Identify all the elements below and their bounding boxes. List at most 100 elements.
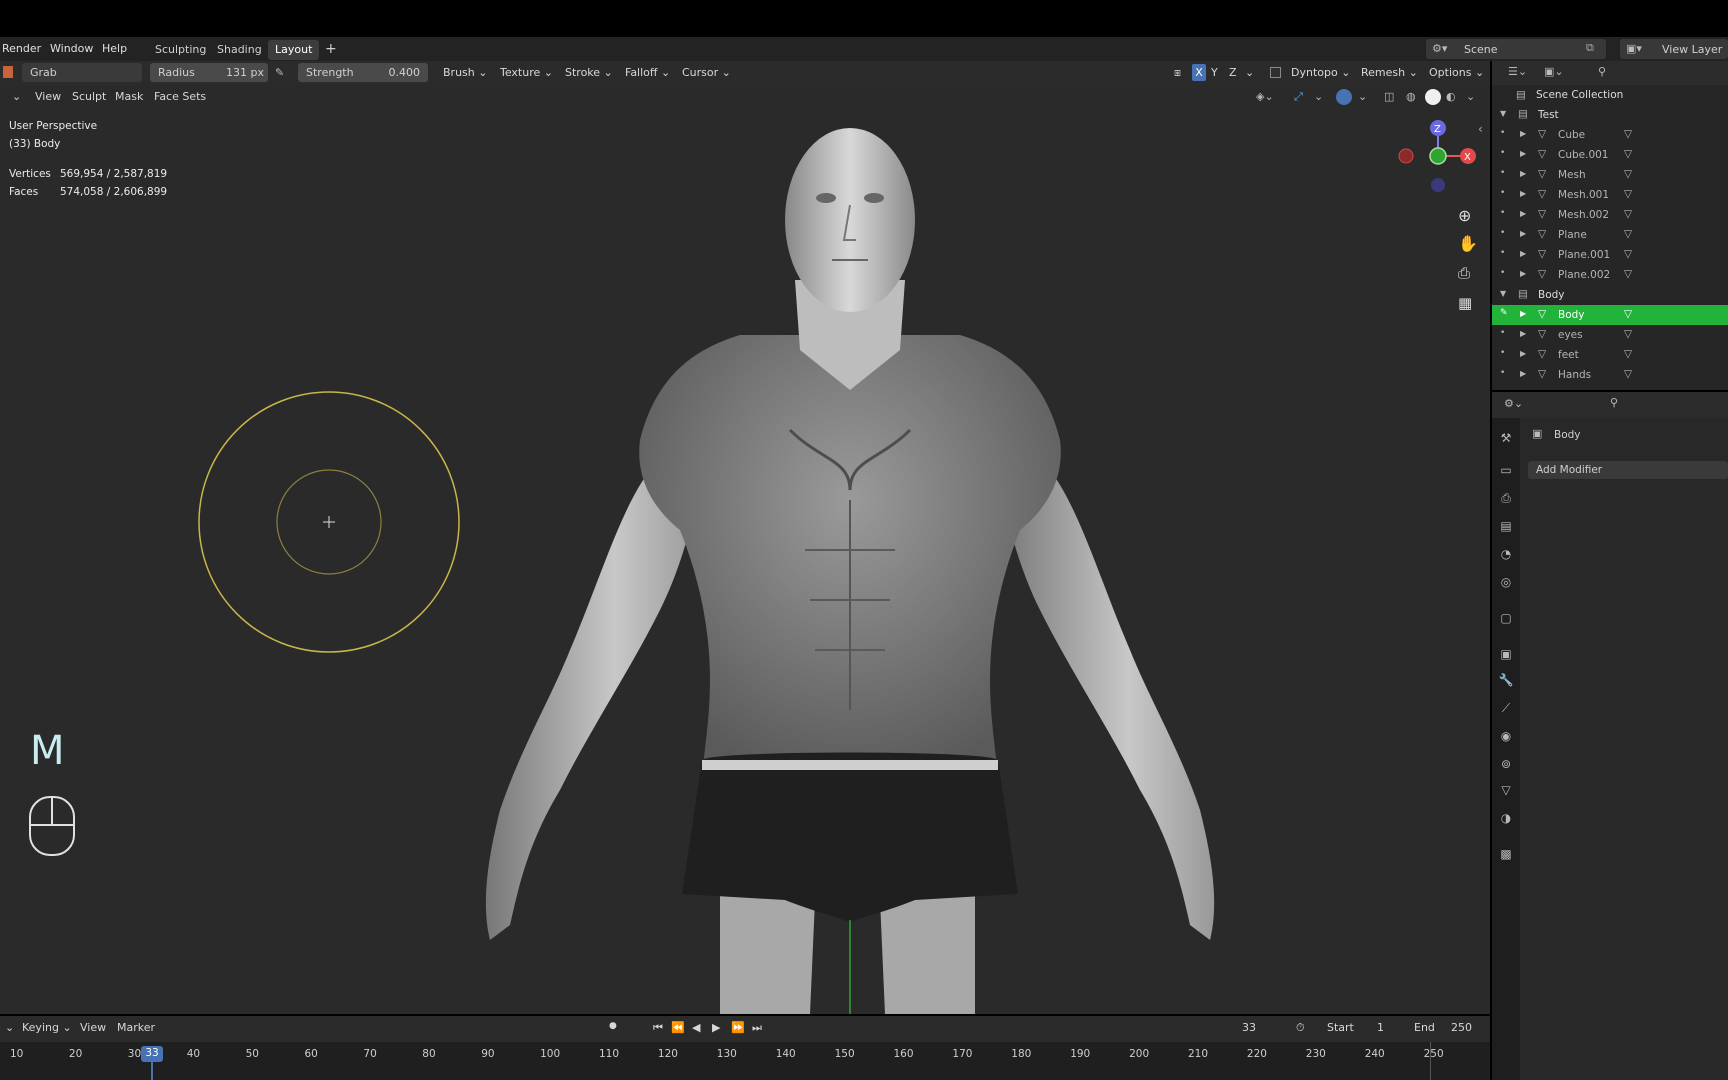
scene-tab-icon[interactable]: ◔	[1498, 546, 1514, 562]
outliner-search-icon[interactable]: ⚲	[1598, 65, 1606, 78]
view-layer-selector[interactable]: ▣▾ View Layer	[1620, 39, 1728, 59]
outliner-row[interactable]: • ▶ ▽ Mesh.002 ▽	[1492, 205, 1728, 225]
dyntopo-checkbox[interactable]	[1270, 67, 1281, 78]
mesh-data-icon[interactable]: ▽	[1624, 188, 1632, 200]
mesh-data-icon[interactable]: ▽	[1624, 148, 1632, 160]
expand-arrow-icon[interactable]: ▼	[1500, 289, 1506, 298]
texture-menu[interactable]: Texture ⌄	[500, 66, 553, 79]
visibility-icon[interactable]: ◈⌄	[1256, 90, 1274, 103]
radius-field[interactable]: Radius 131 px	[150, 63, 268, 82]
view-layer-tab-icon[interactable]: ▤	[1498, 518, 1514, 534]
outliner-row[interactable]: • ▶ ▽ Cube.001 ▽	[1492, 145, 1728, 165]
outliner-filter-icon[interactable]: ▣⌄	[1544, 65, 1564, 78]
wireframe-shading-icon[interactable]: ◍	[1406, 90, 1416, 103]
outliner-row[interactable]: ✎ ▶ ▽ Body ▽	[1492, 305, 1728, 325]
visibility-dot-icon[interactable]: •	[1500, 228, 1505, 238]
add-workspace-button[interactable]: +	[318, 38, 344, 58]
brush-selector[interactable]: Grab	[22, 63, 142, 82]
stopwatch-icon[interactable]: ⏱	[1296, 1021, 1305, 1035]
outliner-row[interactable]: • ▶ ▽ Plane.002 ▽	[1492, 265, 1728, 285]
keying-menu[interactable]: Keying ⌄	[22, 1021, 72, 1034]
collapse-arrow-icon[interactable]: ▶	[1520, 269, 1526, 278]
solid-shading-icon[interactable]	[1425, 89, 1441, 105]
dyntopo-menu[interactable]: Dyntopo ⌄	[1291, 66, 1350, 79]
modifier-tab-icon[interactable]: 🔧	[1498, 672, 1514, 688]
menu-help[interactable]: Help	[102, 42, 127, 55]
collapse-arrow-icon[interactable]: ▶	[1520, 309, 1526, 318]
collection-tab-icon[interactable]: ▢	[1498, 610, 1514, 626]
menu-face-sets[interactable]: Face Sets	[154, 90, 206, 103]
properties-editor-icon[interactable]: ⚙⌄	[1504, 397, 1523, 410]
particles-tab-icon[interactable]: ⟋	[1498, 700, 1514, 716]
scene-selector[interactable]: ⚙▾ Scene ⧉	[1426, 39, 1606, 59]
editor-type-dropdown-icon[interactable]: ⌄	[12, 90, 21, 103]
material-tab-icon[interactable]: ◑	[1498, 810, 1514, 826]
collapse-arrow-icon[interactable]: ▶	[1520, 169, 1526, 178]
symmetry-icon[interactable]: ⧆	[1174, 66, 1181, 80]
visibility-dot-icon[interactable]: •	[1500, 248, 1505, 258]
mesh-data-icon[interactable]: ▽	[1624, 368, 1632, 380]
visibility-dot-icon[interactable]: •	[1500, 348, 1505, 358]
menu-mask[interactable]: Mask	[115, 90, 143, 103]
jump-keyframe-back-icon[interactable]: ⏪	[671, 1021, 685, 1034]
outliner-row[interactable]: ▼ ▤ Test	[1492, 105, 1728, 125]
timeline-editor-dropdown-icon[interactable]: ⌄	[5, 1021, 14, 1034]
menu-render[interactable]: Render	[2, 42, 41, 55]
outliner-row[interactable]: • ▶ ▽ feet ▽	[1492, 345, 1728, 365]
physics-tab-icon[interactable]: ◉	[1498, 728, 1514, 744]
jump-keyframe-forward-icon[interactable]: ⏩	[731, 1021, 745, 1034]
symmetry-dropdown-icon[interactable]: ⌄	[1245, 66, 1254, 79]
add-modifier-button[interactable]: Add Modifier	[1528, 461, 1728, 479]
timeline-view-menu[interactable]: View	[80, 1021, 106, 1034]
timeline-ruler[interactable]: 33 10 20 30 40 50 60 70 80 90 100 110 120 130 140 150 1…	[0, 1042, 1490, 1080]
options-menu[interactable]: Options ⌄	[1429, 66, 1484, 79]
mesh-data-icon[interactable]: ▽	[1624, 168, 1632, 180]
xray-icon[interactable]: ◫	[1384, 90, 1394, 103]
record-icon[interactable]: ●	[609, 1021, 617, 1031]
falloff-menu[interactable]: Falloff ⌄	[625, 66, 670, 79]
collapse-arrow-icon[interactable]: ▶	[1520, 189, 1526, 198]
visibility-dot-icon[interactable]: •	[1500, 368, 1505, 378]
visibility-dot-icon[interactable]: •	[1500, 188, 1505, 198]
zoom-icon[interactable]: ⊕	[1458, 206, 1471, 225]
current-frame-field[interactable]: 33	[1242, 1021, 1256, 1034]
jump-end-icon[interactable]: ⏭	[752, 1021, 762, 1035]
visibility-dot-icon[interactable]: •	[1500, 208, 1505, 218]
outliner-row[interactable]: • ▶ ▽ Mesh.001 ▽	[1492, 185, 1728, 205]
camera-view-icon[interactable]: ⎙	[1458, 264, 1470, 282]
render-tab-icon[interactable]: ▭	[1498, 462, 1514, 478]
play-icon[interactable]: ▶	[712, 1021, 720, 1034]
collapse-arrow-icon[interactable]: ▶	[1520, 249, 1526, 258]
playhead-frame-badge[interactable]: 33	[141, 1046, 163, 1062]
perspective-toggle-icon[interactable]: ▦	[1458, 294, 1472, 312]
material-shading-icon[interactable]: ◐	[1446, 90, 1456, 103]
menu-window[interactable]: Window	[50, 42, 93, 55]
properties-search-icon[interactable]: ⚲	[1610, 396, 1618, 409]
outliner-row[interactable]: • ▶ ▽ Cube ▽	[1492, 125, 1728, 145]
mesh-data-icon[interactable]: ▽	[1624, 248, 1632, 260]
3d-viewport[interactable]: User Perspective (33) Body Vertices 569,…	[0, 110, 1490, 1014]
mesh-data-icon[interactable]: ▽	[1624, 228, 1632, 240]
sidebar-toggle-icon[interactable]: ‹	[1478, 122, 1483, 136]
collapse-arrow-icon[interactable]: ▶	[1520, 229, 1526, 238]
overlays-dropdown-icon[interactable]: ⌄	[1358, 90, 1367, 103]
visibility-dot-icon[interactable]: •	[1500, 268, 1505, 278]
overlays-icon[interactable]	[1336, 89, 1352, 105]
outliner-display-mode-icon[interactable]: ☰⌄	[1508, 65, 1527, 78]
collapse-arrow-icon[interactable]: ▶	[1520, 129, 1526, 138]
gizmo-toggle-icon[interactable]: ⤢	[1294, 90, 1303, 104]
visibility-dot-icon[interactable]: •	[1500, 128, 1505, 138]
remesh-menu[interactable]: Remesh ⌄	[1361, 66, 1418, 79]
outliner-row[interactable]: • ▶ ▽ Plane.001 ▽	[1492, 245, 1728, 265]
object-tab-icon[interactable]: ▣	[1498, 646, 1514, 662]
navigation-gizmo[interactable]: Z X	[1386, 116, 1476, 196]
brush-menu[interactable]: Brush ⌄	[443, 66, 487, 79]
collapse-arrow-icon[interactable]: ▶	[1520, 329, 1526, 338]
tool-tab-icon[interactable]: ⚒	[1498, 430, 1514, 446]
outliner-row[interactable]: • ▶ ▽ eyes ▽	[1492, 325, 1728, 345]
marker-menu[interactable]: Marker	[117, 1021, 155, 1034]
symmetry-z-toggle[interactable]: Z	[1229, 66, 1237, 79]
end-frame-field[interactable]: 250	[1451, 1021, 1472, 1034]
strength-field[interactable]: Strength 0.400	[298, 63, 428, 82]
outliner-row[interactable]: • ▶ ▽ Plane ▽	[1492, 225, 1728, 245]
